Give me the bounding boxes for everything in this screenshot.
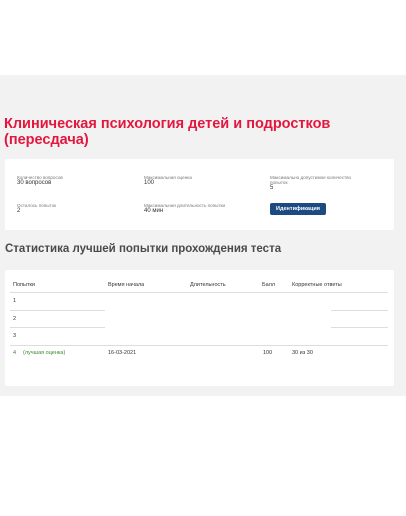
- column-header-duration: Длительность: [190, 282, 226, 288]
- row-2-divider-left: [10, 327, 105, 328]
- row-2-divider-right: [331, 327, 388, 328]
- attempts-left-value: 2: [17, 208, 21, 214]
- header-divider: [10, 292, 388, 293]
- column-header-start-time: Время начала: [108, 282, 145, 288]
- best-score-note: (лучшая оценка): [23, 350, 66, 356]
- table-row-4-attempt: 4: [13, 350, 17, 356]
- table-row-4-correct-answers: 30 из 30: [292, 350, 313, 356]
- course-title: Клиническая психология детей и подростко…: [4, 116, 331, 148]
- max-score-stat: Максимальная оценка 100: [144, 175, 236, 187]
- max-duration-value: 40 мин: [144, 208, 164, 214]
- identification-button[interactable]: Идентификация: [270, 203, 326, 215]
- table-row-4-start-time: 16-03-2021: [108, 350, 137, 356]
- column-header-score: Балл: [262, 282, 276, 288]
- test-info-card: Количество вопросов 30 вопросов Максимал…: [5, 159, 394, 230]
- stats-section-title: Статистика лучшей попытки прохождения те…: [5, 243, 282, 255]
- table-row-4-score: 100: [263, 350, 273, 356]
- question-count-value: 30 вопросов: [17, 180, 52, 186]
- max-score-value: 100: [144, 180, 155, 186]
- row-1-divider-left: [10, 310, 105, 311]
- table-row-3-attempt: 3: [13, 333, 17, 339]
- table-row-2-attempt: 2: [13, 316, 17, 322]
- row-3-divider: [10, 345, 388, 346]
- max-attempts-stat: Максимально допустимое количество попыто…: [270, 175, 362, 192]
- attempts-table: Попытки Время начала Длительность Балл К…: [5, 270, 394, 386]
- row-1-divider-right: [331, 310, 388, 311]
- column-header-correct-answers: Корректные ответы: [292, 282, 342, 288]
- table-row-1-attempt: 1: [13, 298, 17, 304]
- attempts-left-stat: Осталось попыток 2: [17, 203, 109, 215]
- max-attempts-label: Максимально допустимое количество попыто…: [270, 175, 352, 185]
- max-attempts-value: 5: [270, 185, 274, 191]
- column-header-attempts: Попытки: [13, 282, 35, 288]
- max-duration-stat: Максимальная длительность попытки 40 мин: [144, 203, 236, 215]
- question-count-stat: Количество вопросов 30 вопросов: [17, 175, 109, 187]
